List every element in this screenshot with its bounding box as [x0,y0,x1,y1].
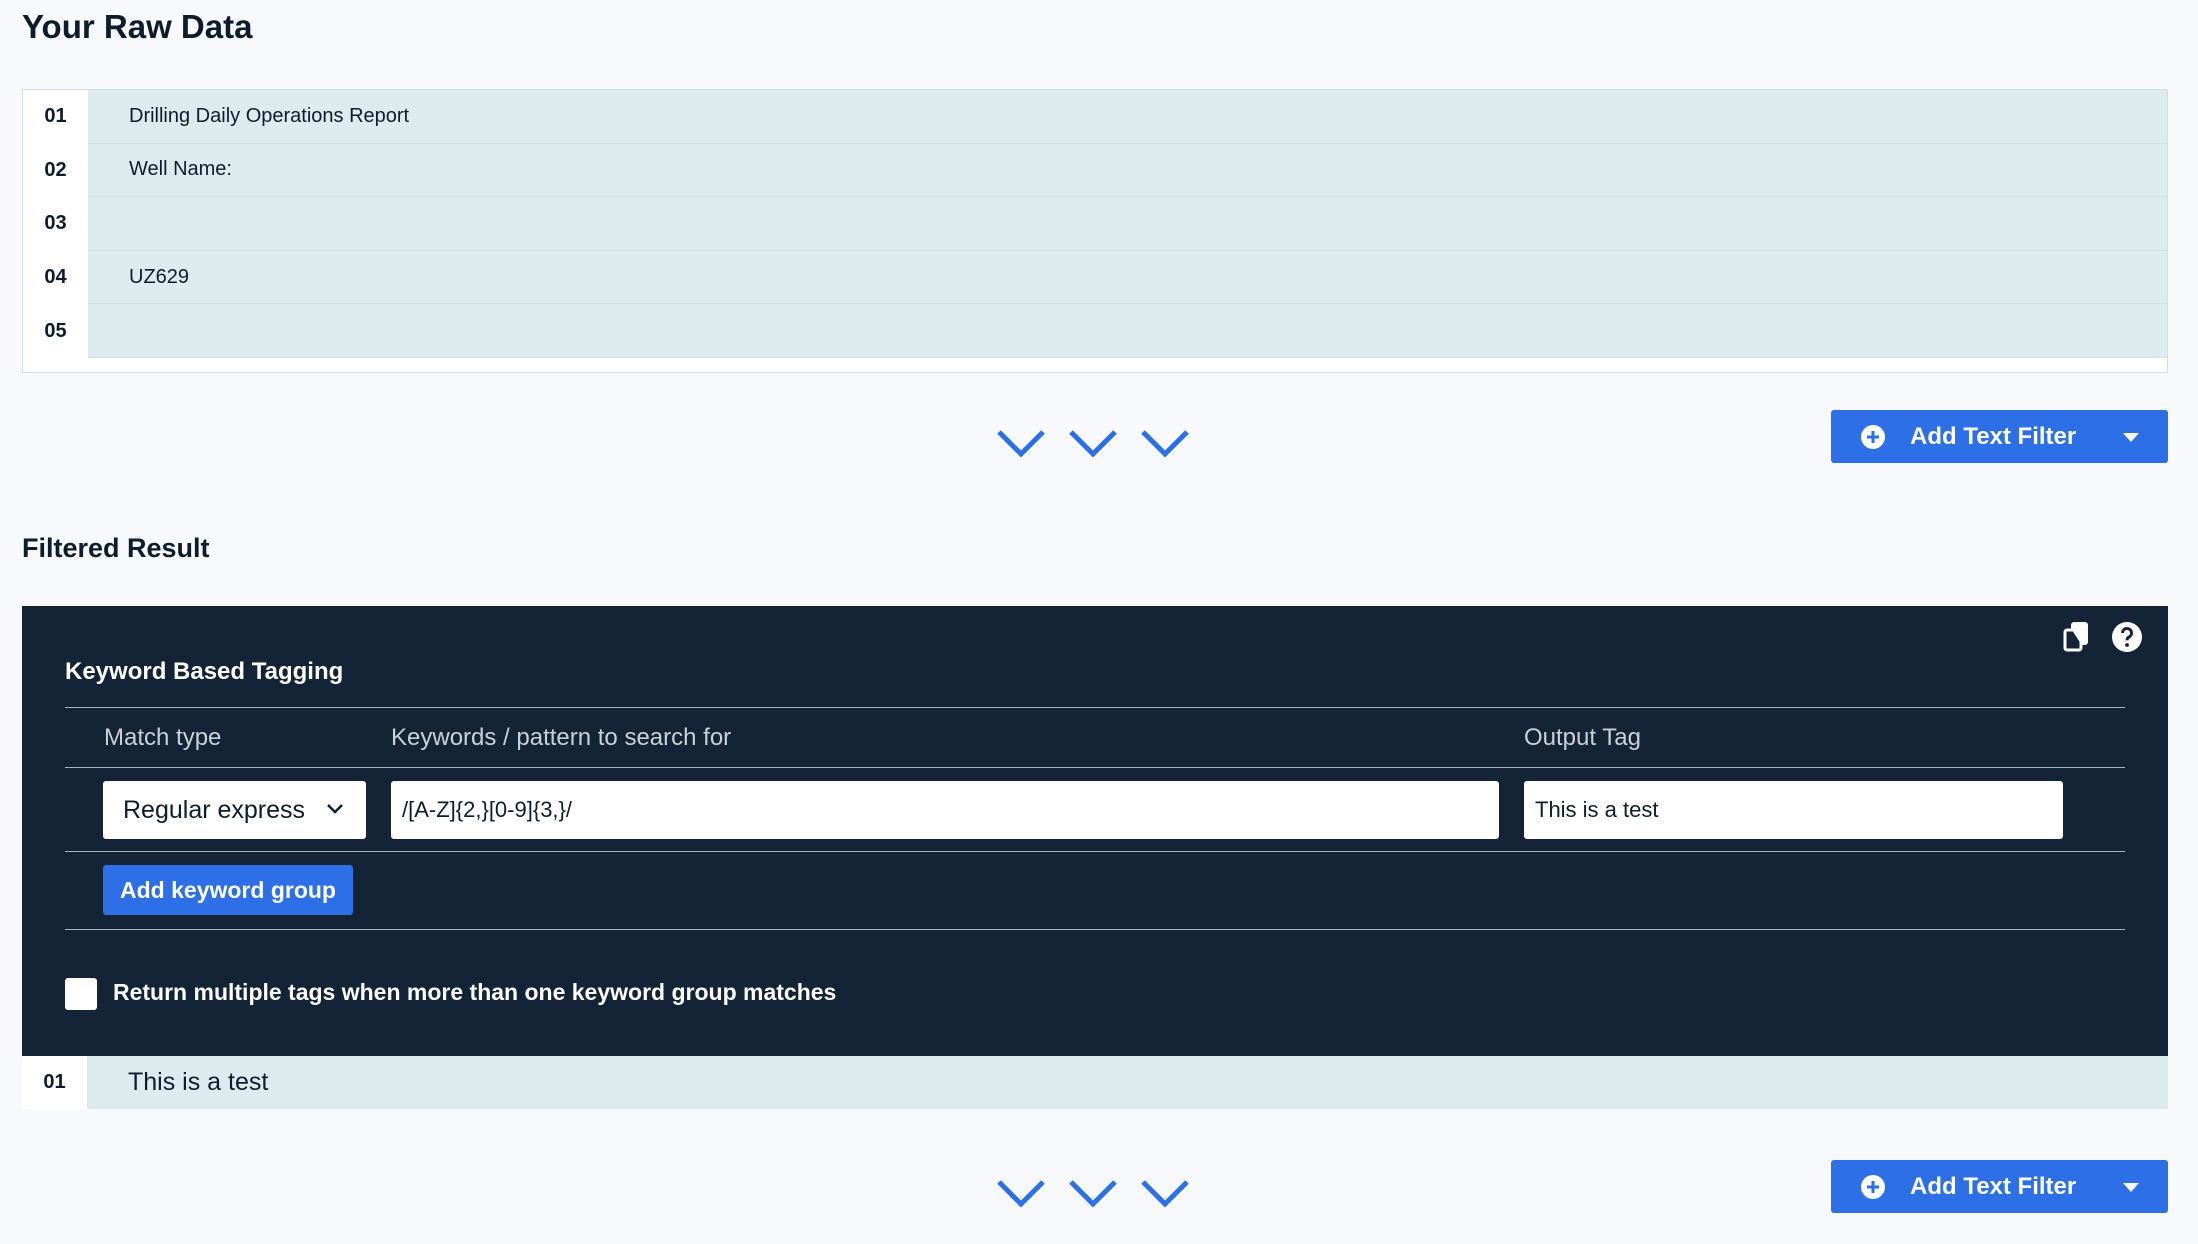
divider [65,707,2125,708]
table-row: 01 This is a test [22,1056,2168,1109]
chevron-down-icon [1141,430,1189,458]
help-icon[interactable] [2111,621,2143,653]
line-number: 05 [23,304,88,358]
keyword-pattern-input[interactable]: /[A-Z]{2,}[0-9]{3,}/ [391,781,1499,839]
line-text: This is a test [87,1056,2168,1109]
chevron-down-icon [1069,1180,1117,1208]
caret-down-icon[interactable] [2122,431,2140,443]
plus-circle-icon [1861,424,1885,449]
multiple-tags-checkbox[interactable] [65,978,97,1010]
output-tag-input[interactable]: This is a test [1524,781,2063,839]
line-number: 02 [23,143,88,198]
caret-down-icon[interactable] [2122,1181,2140,1193]
flow-arrows [996,428,1190,458]
chevron-down-icon [997,1180,1045,1208]
add-keyword-group-button[interactable]: Add keyword group [103,865,353,915]
divider [65,929,2125,930]
raw-data-list[interactable]: 01 Drilling Daily Operations Report 02 W… [22,89,2168,373]
add-text-filter-button[interactable]: Add Text Filter [1831,410,2168,463]
chevron-down-icon [1069,430,1117,458]
line-text [88,197,2167,251]
add-text-filter-button[interactable]: Add Text Filter [1831,1160,2168,1213]
raw-data-title: Your Raw Data [22,8,253,45]
multiple-tags-label: Return multiple tags when more than one … [113,979,837,1005]
column-header-match-type: Match type [104,724,222,751]
add-text-filter-label: Add Text Filter [1910,422,2077,450]
divider [65,767,2125,768]
chevron-down-icon [997,430,1045,458]
panel-actions [2061,621,2143,653]
list-item: 02 Well Name: [23,143,2167,198]
flow-arrows [996,1178,1190,1208]
line-number: 01 [23,90,88,144]
copy-icon[interactable] [2061,621,2093,653]
line-text: Well Name: [88,143,2167,198]
column-header-output-tag: Output Tag [1524,724,1641,751]
keyword-tagging-panel: Keyword Based Tagging Match type Keyword… [22,606,2168,1056]
filtered-result-title: Filtered Result [22,533,210,563]
match-type-value: Regular express [123,795,306,824]
chevron-down-icon [327,804,343,814]
column-header-keywords: Keywords / pattern to search for [391,724,732,751]
line-text [88,304,2167,358]
line-number: 01 [22,1056,87,1109]
line-number: 03 [23,197,88,251]
list-item: 04 UZ629 [23,250,2167,305]
match-type-select[interactable]: Regular express [103,781,366,839]
divider [65,851,2125,852]
add-text-filter-label: Add Text Filter [1910,1172,2077,1200]
panel-title: Keyword Based Tagging [65,658,344,685]
line-text: Drilling Daily Operations Report [88,90,2167,144]
line-text: UZ629 [88,250,2167,305]
plus-circle-icon [1861,1174,1885,1199]
list-item: 05 [23,304,2167,358]
chevron-down-icon [1141,1180,1189,1208]
list-item: 01 Drilling Daily Operations Report [23,90,2167,144]
line-number: 04 [23,250,88,305]
list-item: 03 [23,197,2167,251]
